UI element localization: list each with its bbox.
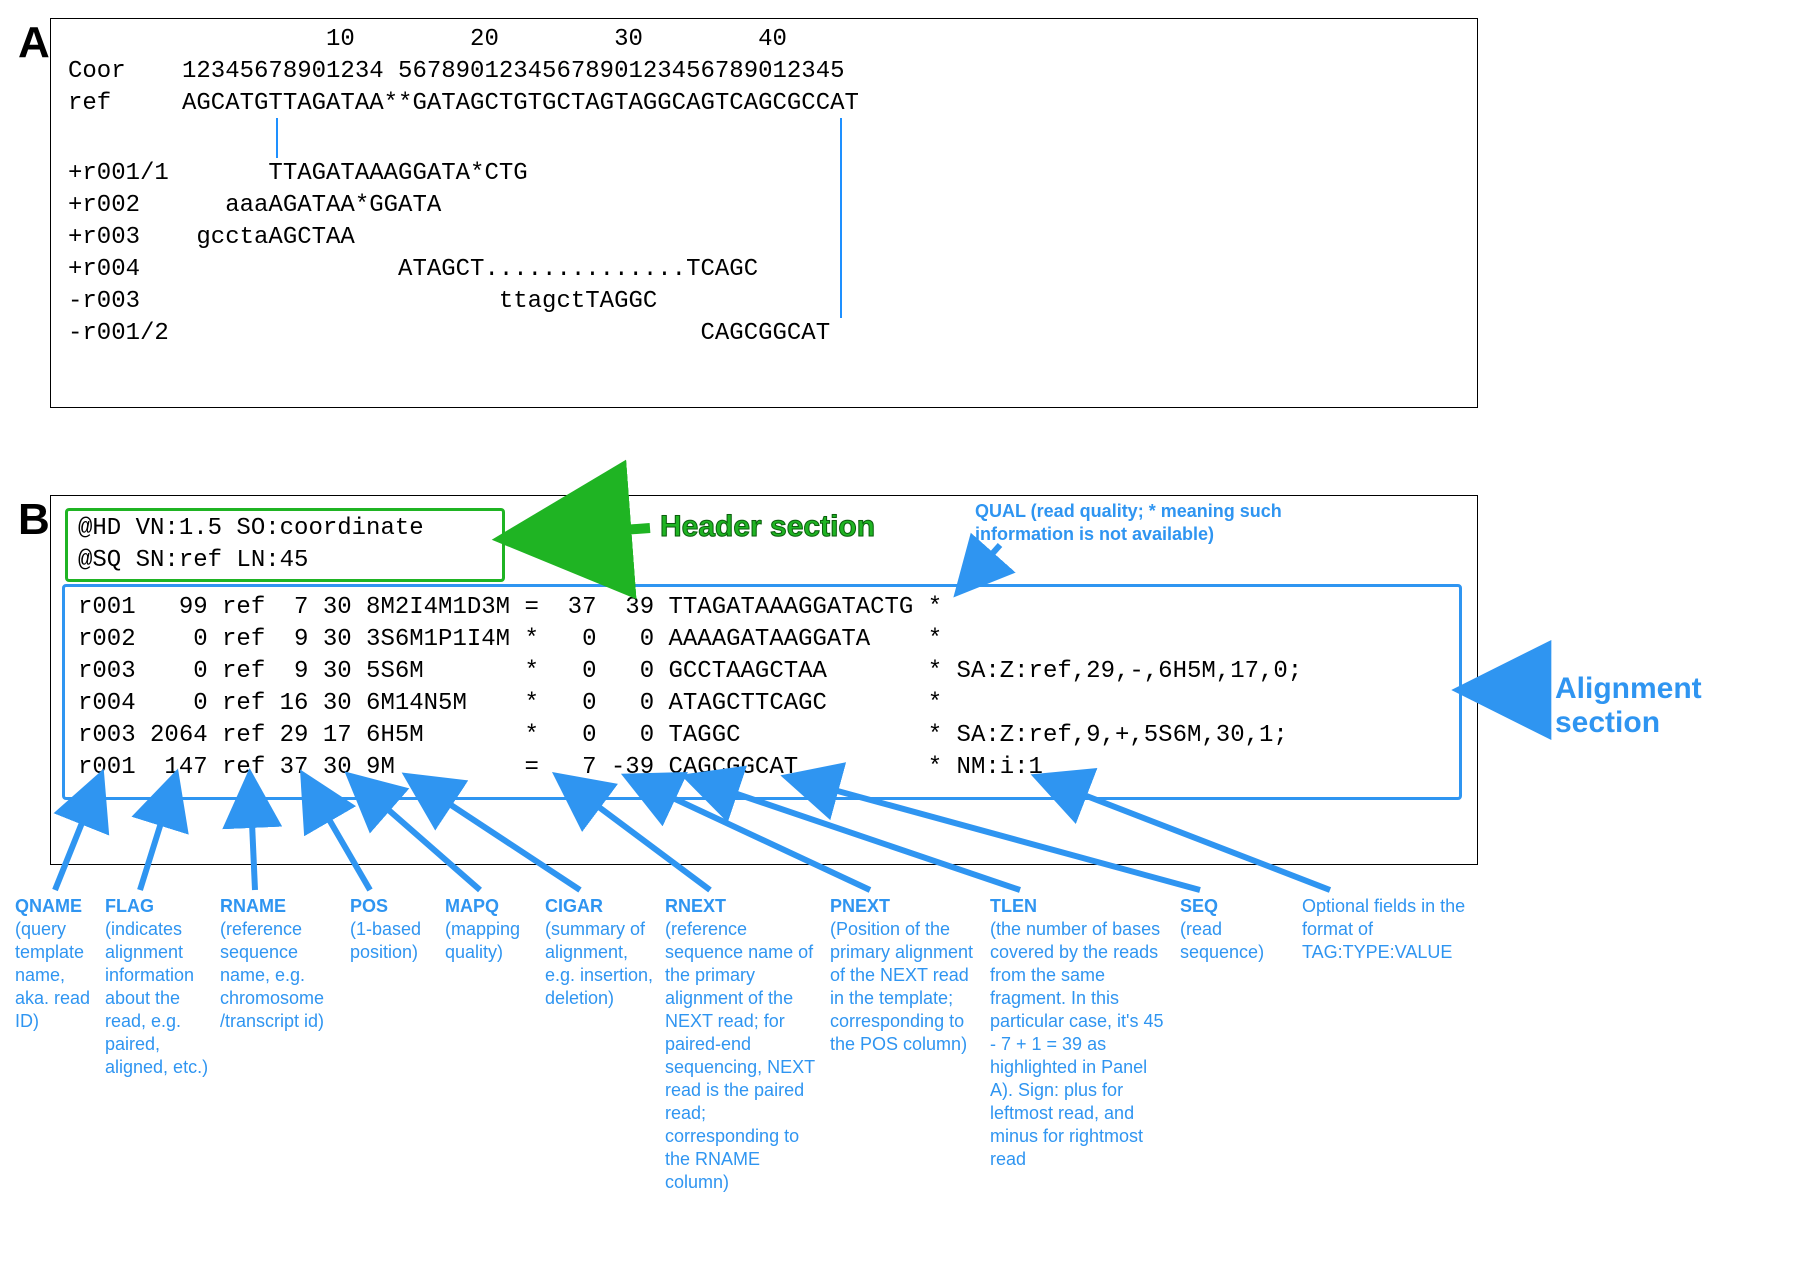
panel-a-row-label: ref — [68, 90, 111, 117]
callout-tlen: TLEN (the number of bases covered by the… — [990, 895, 1165, 1171]
header-section-label: Header section — [660, 510, 875, 544]
callout-pnext: PNEXT (Position of the primary alignment… — [830, 895, 980, 1056]
callout-qual-title: QUAL (read quality; * meaning such infor… — [975, 501, 1282, 544]
callout-pnext-title: PNEXT — [830, 895, 980, 918]
callout-mapq: MAPQ (mapping quality) — [445, 895, 545, 964]
callout-pnext-desc: (Position of the primary alignment of th… — [830, 918, 980, 1056]
panel-b-aln-row: r001 147 ref 37 30 9M = 7 -39 CAGCGGCAT … — [78, 754, 1043, 781]
panel-a-row-seq: aaaAGATAA*GGATA — [182, 192, 441, 219]
callout-cigar: CIGAR (summary of alignment, e.g. insert… — [545, 895, 655, 1010]
panel-a-row-label: +r003 — [68, 224, 140, 251]
panel-a-row-seq: CAGCGGCAT — [182, 320, 830, 347]
panel-a-row-seq: TTAGATAAAGGATA*CTG — [182, 160, 528, 187]
panel-a-row-label: +r002 — [68, 192, 140, 219]
panel-b-label: B — [18, 495, 50, 545]
panel-a-row-label: Coor — [68, 58, 126, 85]
panel-a-row-label: +r004 — [68, 256, 140, 283]
panel-b-aln-row: r003 0 ref 9 30 5S6M * 0 0 GCCTAAGCTAA *… — [78, 658, 1302, 685]
callout-qname-title: QNAME — [15, 895, 100, 918]
callout-tlen-title: TLEN — [990, 895, 1165, 918]
callout-pos-desc: (1-based position) — [350, 918, 440, 964]
callout-mapq-title: MAPQ — [445, 895, 545, 918]
callout-qname-desc: (query template name, aka. read ID) — [15, 918, 100, 1033]
callout-tlen-desc: (the number of bases covered by the read… — [990, 918, 1165, 1171]
callout-seq-desc: (read sequence) — [1180, 918, 1290, 964]
callout-rnext-desc: (reference sequence name of the primary … — [665, 918, 815, 1194]
callout-pos-title: POS — [350, 895, 440, 918]
callout-mapq-desc: (mapping quality) — [445, 918, 545, 964]
panel-b-header-line: @HD VN:1.5 SO:coordinate — [78, 515, 424, 542]
panel-b-aln-row: r003 2064 ref 29 17 6H5M * 0 0 TAGGC * S… — [78, 722, 1288, 749]
alignment-section-label: Alignment section — [1555, 672, 1800, 740]
panel-b-aln-row: r001 99 ref 7 30 8M2I4M1D3M = 37 39 TTAG… — [78, 594, 942, 621]
callout-opt-desc: Optional fields in the format of TAG:TYP… — [1302, 895, 1492, 964]
callout-flag-desc: (indicates alignment information about t… — [105, 918, 210, 1079]
panel-b-aln-row: r004 0 ref 16 30 6M14N5M * 0 0 ATAGCTTCA… — [78, 690, 942, 717]
callout-pos: POS (1-based position) — [350, 895, 440, 964]
callout-cigar-desc: (summary of alignment, e.g. insertion, d… — [545, 918, 655, 1010]
panel-b-header-line: @SQ SN:ref LN:45 — [78, 547, 308, 574]
panel-a-row-seq: gcctaAGCTAA — [182, 224, 355, 251]
panel-b-aln-row: r002 0 ref 9 30 3S6M1P1I4M * 0 0 AAAAGAT… — [78, 626, 942, 653]
panel-a-row-seq: 12345678901234 5678901234567890123456789… — [182, 58, 845, 85]
panel-a-label: A — [18, 18, 50, 68]
callout-seq-title: SEQ — [1180, 895, 1290, 918]
callout-flag: FLAG (indicates alignment information ab… — [105, 895, 210, 1079]
panel-a-row-label: +r001/1 — [68, 160, 169, 187]
callout-rnext-title: RNEXT — [665, 895, 815, 918]
panel-a-guide-left — [276, 118, 278, 158]
panel-a-row-label: -r003 — [68, 288, 140, 315]
panel-a-guide-right — [840, 118, 842, 318]
panel-a-row-label: -r001/2 — [68, 320, 169, 347]
panel-a-scale-tens: 10 20 30 40 — [182, 26, 787, 53]
callout-rname: RNAME (reference sequence name, e.g. chr… — [220, 895, 340, 1033]
panel-a-row-seq: AGCATGTTAGATAA**GATAGCTGTGCTAGTAGGCAGTCA… — [182, 90, 859, 117]
callout-cigar-title: CIGAR — [545, 895, 655, 918]
panel-a-row-seq: ATAGCT..............TCAGC — [182, 256, 758, 283]
callout-rname-desc: (reference sequence name, e.g. chromosom… — [220, 918, 340, 1033]
callout-rnext: RNEXT (reference sequence name of the pr… — [665, 895, 815, 1194]
callout-rname-title: RNAME — [220, 895, 340, 918]
callout-qname: QNAME (query template name, aka. read ID… — [15, 895, 100, 1033]
callout-qual: QUAL (read quality; * meaning such infor… — [975, 500, 1315, 546]
panel-a-row-seq: ttagctTAGGC — [182, 288, 657, 315]
callout-opt: Optional fields in the format of TAG:TYP… — [1302, 895, 1492, 964]
callout-flag-title: FLAG — [105, 895, 210, 918]
callout-seq: SEQ (read sequence) — [1180, 895, 1290, 964]
